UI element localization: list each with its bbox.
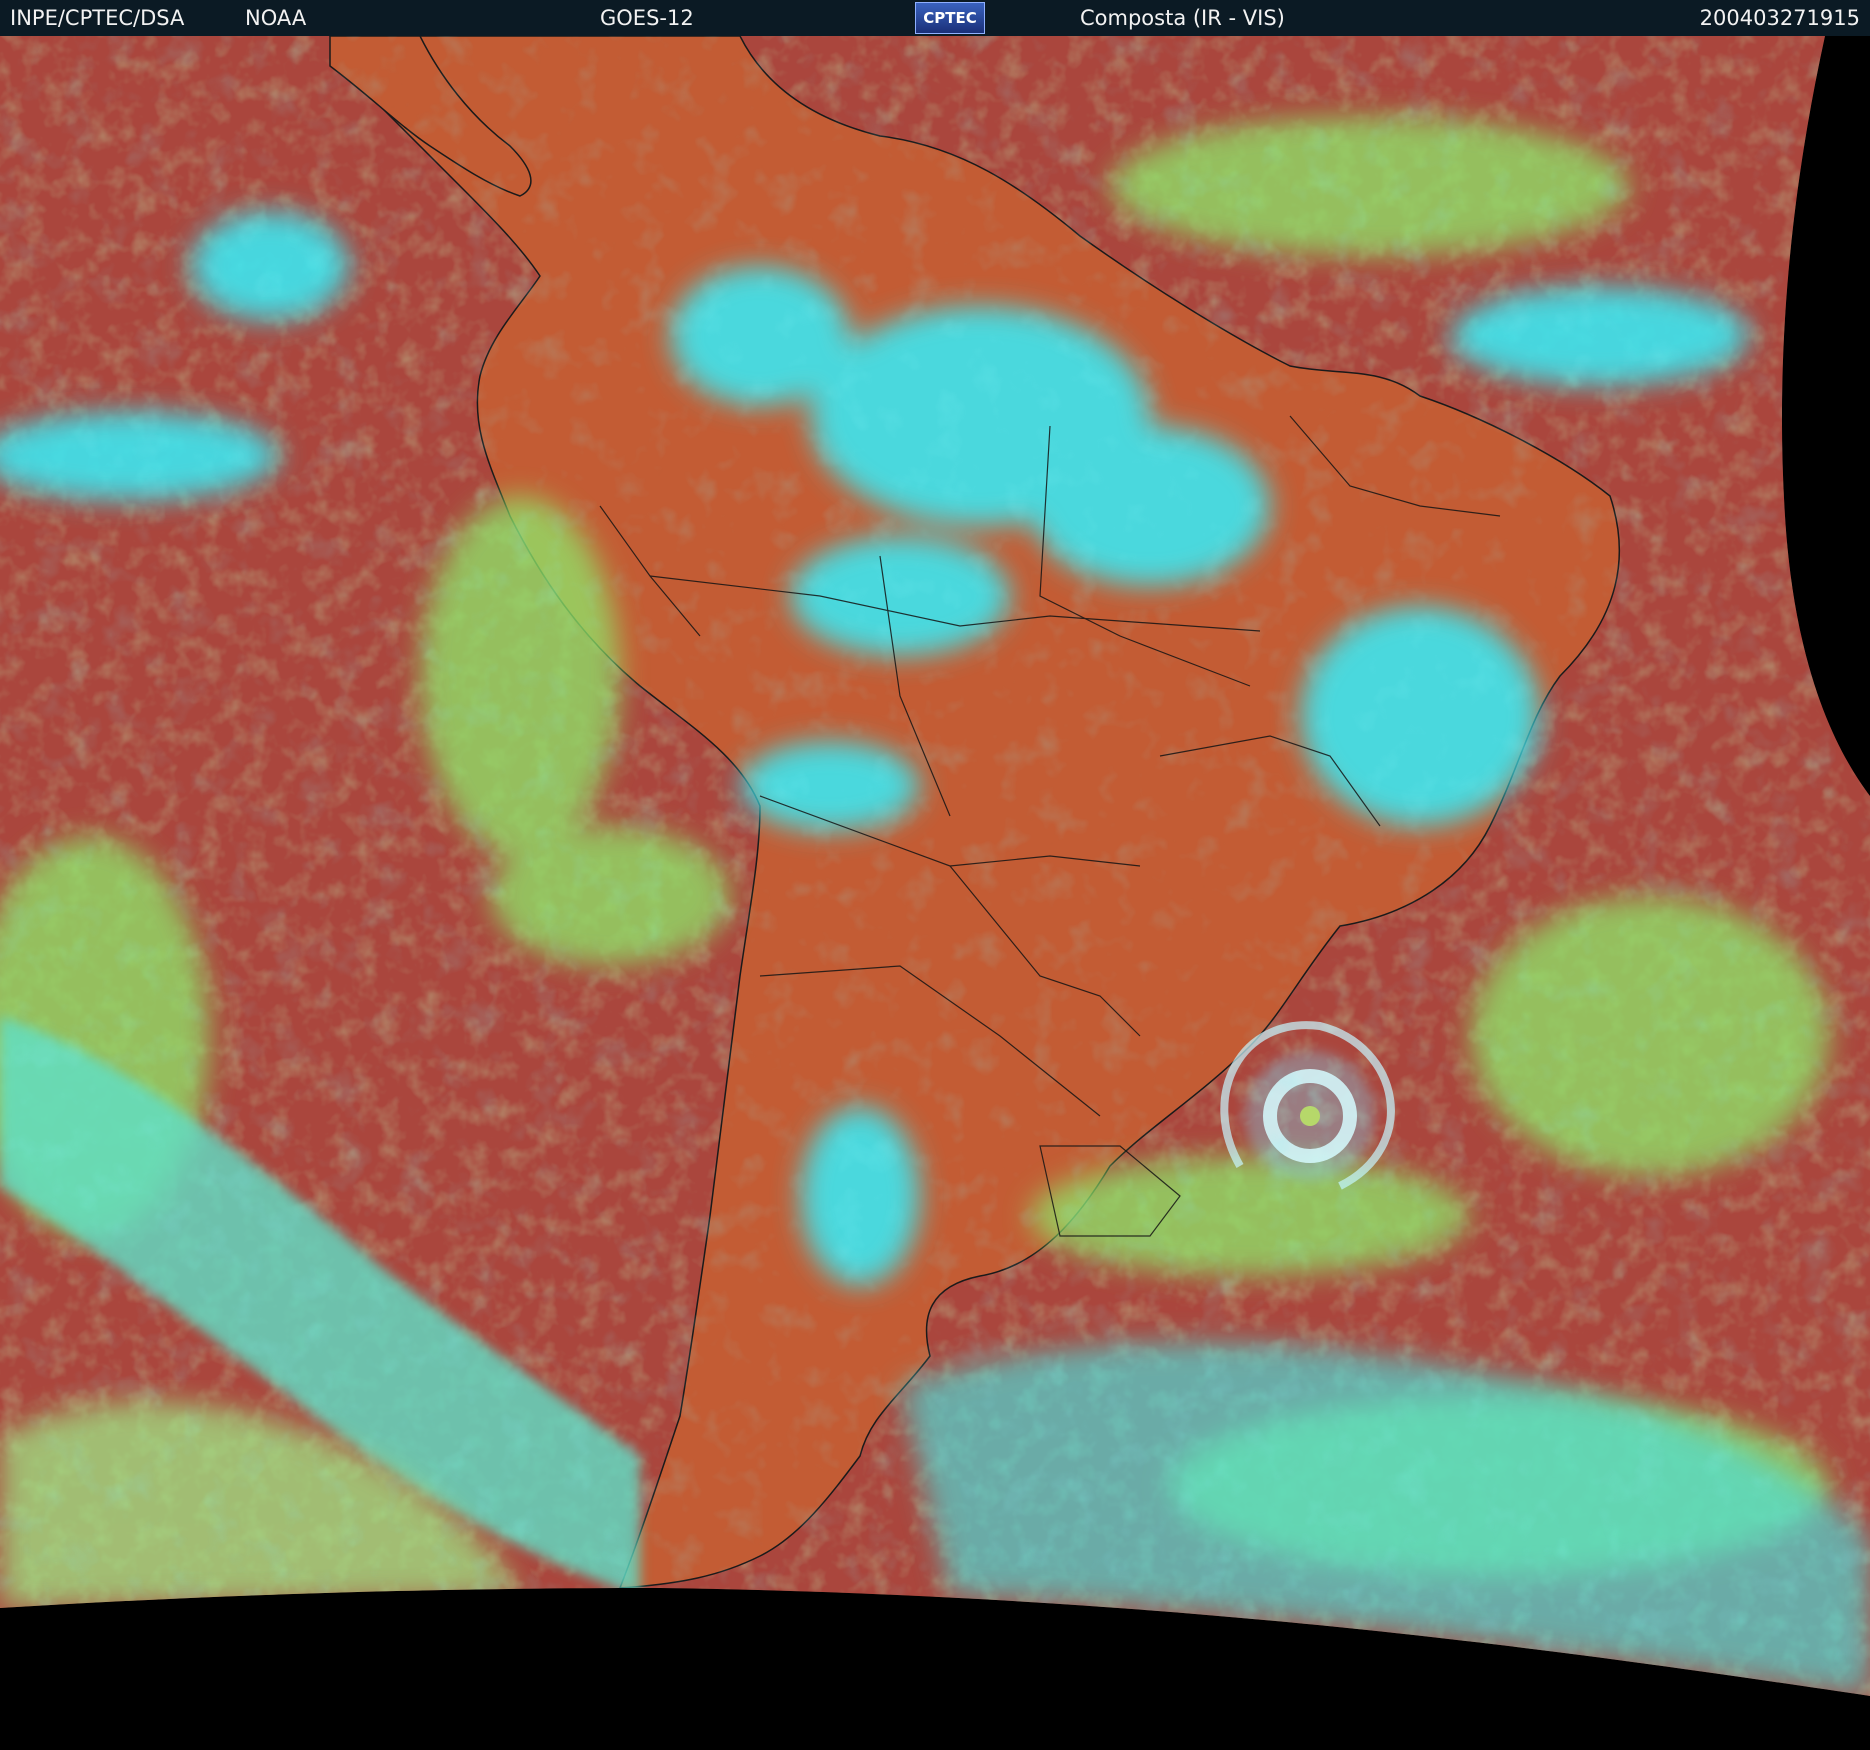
- product-label: Composta (IR - VIS): [1080, 6, 1285, 30]
- image-header: INPE/CPTEC/DSA NOAA GOES-12 CPTEC Compos…: [0, 0, 1870, 36]
- high-cloud-texture: [0, 36, 1870, 1696]
- earth-disk: [0, 36, 1870, 1696]
- agency-label: INPE/CPTEC/DSA: [10, 6, 185, 30]
- satellite-composite-image: [0, 36, 1870, 1750]
- timestamp-label: 200403271915: [1699, 6, 1860, 30]
- satellite-image-viewer: INPE/CPTEC/DSA NOAA GOES-12 CPTEC Compos…: [0, 0, 1870, 1750]
- composite-image-svg: [0, 36, 1870, 1696]
- partner-label: NOAA: [245, 6, 307, 30]
- satellite-label: GOES-12: [600, 6, 694, 30]
- cptec-logo: CPTEC: [915, 2, 985, 34]
